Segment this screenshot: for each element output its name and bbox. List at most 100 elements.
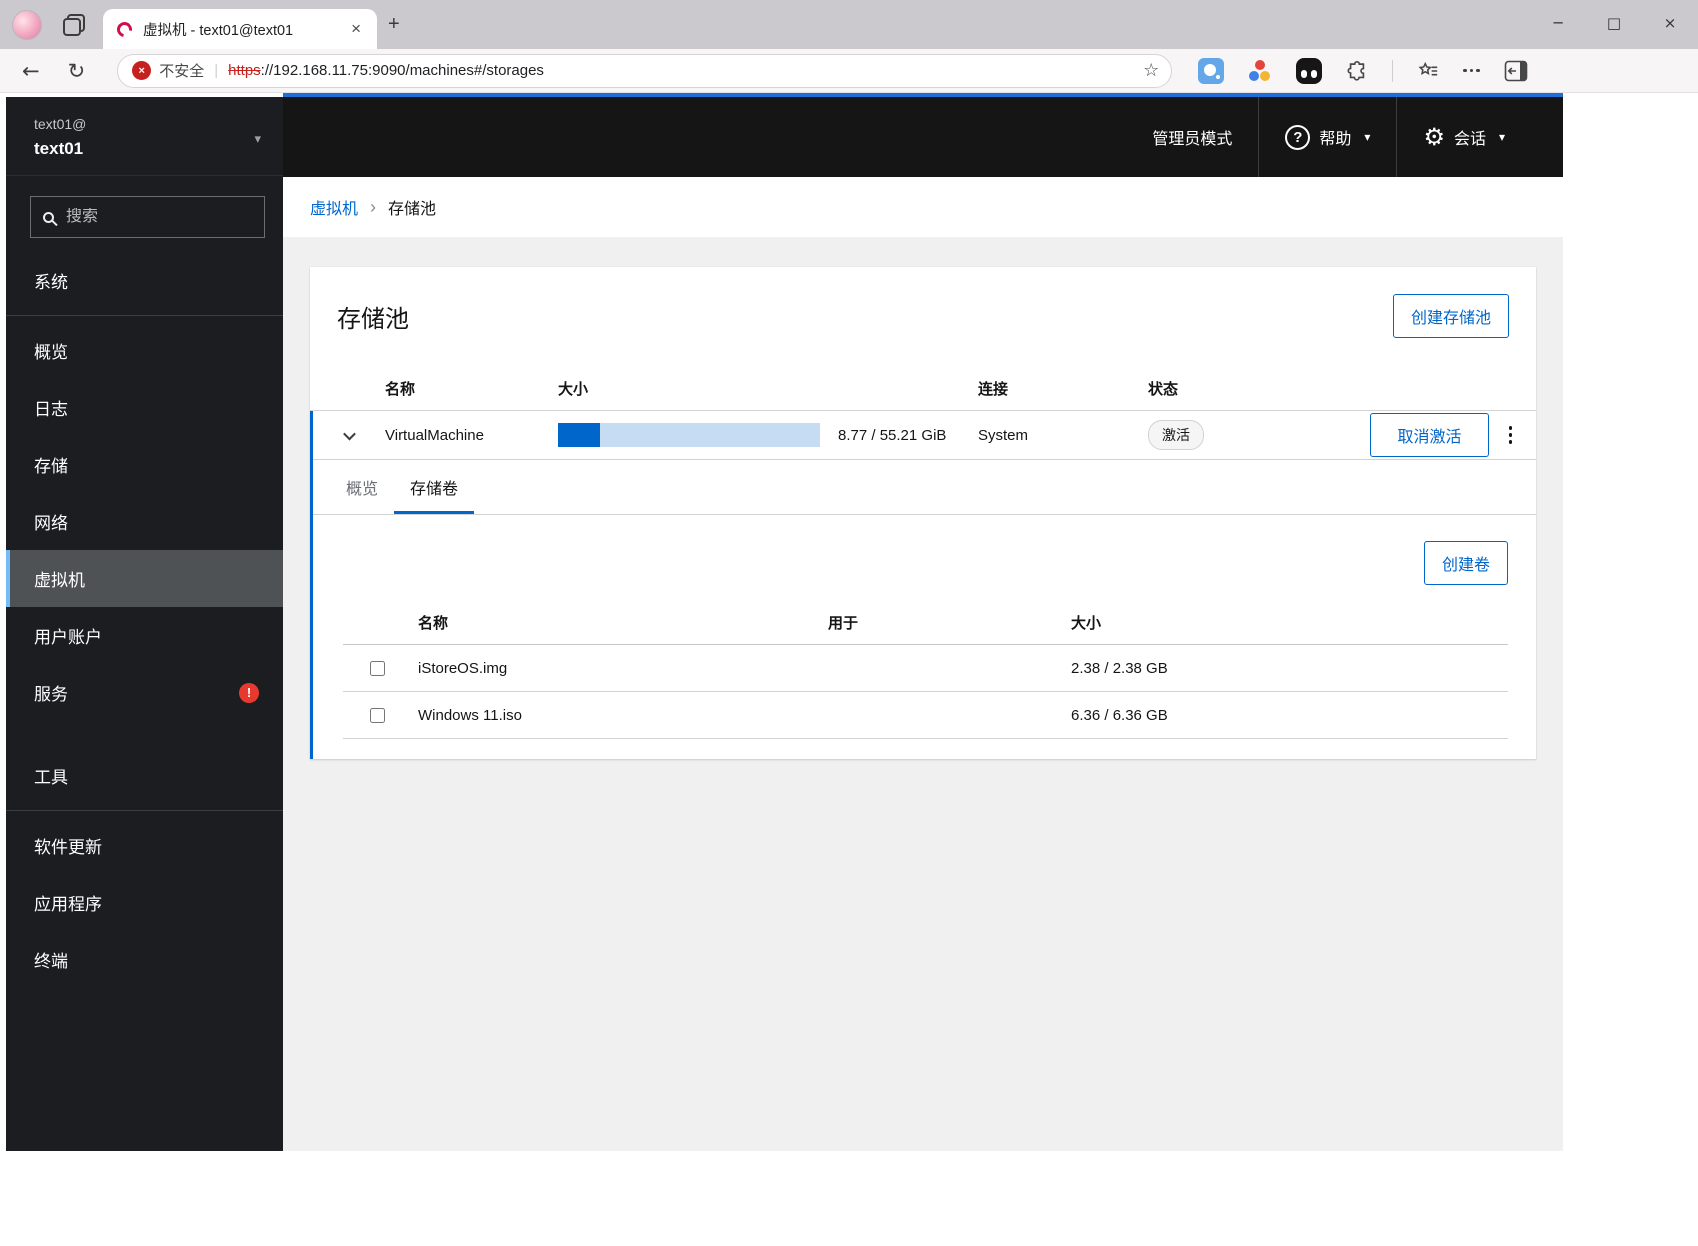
nav-divider [6,315,283,316]
browser-toolbar: ← ↻ × 不安全 | https ://192.168.11.75:9090/… [0,49,1698,93]
sidebar-item-system[interactable]: 系统 [6,252,283,309]
address-bar[interactable]: × 不安全 | https ://192.168.11.75:9090/mach… [117,53,1173,88]
pool-row-actions: 取消激活 [1299,413,1536,457]
column-size: 大小 [558,381,589,398]
workspaces-icon[interactable] [62,13,86,37]
refresh-icon[interactable]: ↻ [68,59,86,83]
column-name: 名称 [385,381,416,398]
volume-size: 2.38 / 2.38 GB [1071,659,1168,677]
sidebar-item-overview[interactable]: 概览 [6,322,283,379]
cockpit-sidebar: text01@ text01 ▾ 系统 概览 日志 存储 网络 虚拟机 用户账户… [6,97,283,1151]
volume-checkbox[interactable] [370,660,385,676]
sidebar-item-virtual-machines[interactable]: 虚拟机 [6,550,283,607]
sidebar-item-networking[interactable]: 网络 [6,493,283,550]
row-expand-toggle[interactable] [313,427,374,440]
host-user-label: text01@ [34,116,87,132]
volume-checkbox[interactable] [370,707,385,723]
admin-mode-button[interactable]: 管理员模式 [1126,97,1258,177]
column-volume-name: 名称 [418,615,449,632]
breadcrumb-current: 存储池 [388,201,437,218]
new-tab-button[interactable]: + [388,14,400,34]
pool-usage-text: 8.77 / 55.21 GiB [838,426,947,444]
pool-name: VirtualMachine [385,426,484,444]
url-protocol: https [228,62,261,79]
kebab-menu-icon[interactable] [1505,422,1517,448]
window-minimize-button[interactable]: ─ [1530,14,1586,32]
extensions-puzzle-icon[interactable] [1346,60,1368,82]
insecure-shield-icon[interactable]: × [132,61,152,80]
breadcrumb-separator-icon: › [370,196,377,217]
search-icon [43,211,54,223]
host-name-label: text01 [34,139,84,158]
pool-detail-tabs: 概览 存储卷 [313,460,1536,515]
window-maximize-button[interactable]: □ [1586,14,1642,32]
create-storage-pool-button[interactable]: 创建存储池 [1392,294,1509,338]
sidebar-search[interactable] [30,196,265,238]
table-row-volume: Windows 11.iso 6.36 / 6.36 GB [343,692,1508,739]
cockpit-page: text01@ text01 ▾ 系统 概览 日志 存储 网络 虚拟机 用户账户… [0,93,1698,1246]
extension-colorballs-icon[interactable] [1248,59,1272,83]
pool-usage-fill [558,423,600,447]
sidebar-item-terminal[interactable]: 终端 [6,931,283,988]
volumes-table-header: 名称 用于 大小 [343,601,1508,645]
tab-title: 虚拟机 - text01@text01 [143,22,294,39]
volume-actions-row: 创建卷 [313,515,1536,601]
help-menu-button[interactable]: ? 帮助 ▾ [1259,97,1396,177]
window-close-button[interactable]: × [1642,14,1698,32]
sidebar-item-storage[interactable]: 存储 [6,436,283,493]
sidebar-item-applications[interactable]: 应用程序 [6,874,283,931]
tab-close-icon[interactable]: × [345,19,367,39]
card-header: 存储池 创建存储池 [310,267,1536,367]
volume-name: Windows 11.iso [418,706,522,724]
table-row-pool: VirtualMachine 8.77 / 55.21 GiB System 激… [313,411,1536,460]
chevron-down-icon: ▾ [1498,130,1505,144]
table-row-volume: iStoreOS.img 2.38 / 2.38 GB [343,645,1508,692]
window-controls: ─ □ × [1530,0,1698,46]
nav-divider [6,810,283,811]
column-state: 状态 [1148,381,1179,398]
chevron-down-icon [342,427,356,440]
page-section: 存储池 创建存储池 名称 大小 连接 状态 VirtualMachine 8.7… [283,237,1563,1151]
volume-name: iStoreOS.img [418,659,508,677]
pool-connection: System [978,426,1029,444]
browser-profile-avatar[interactable] [12,9,42,40]
tab-storage-volumes[interactable]: 存储卷 [394,460,475,514]
sidebar-item-logs[interactable]: 日志 [6,379,283,436]
extension-dark-icon[interactable] [1296,57,1323,84]
chevron-down-icon: ▾ [1364,130,1371,144]
sidebar-item-tools[interactable]: 工具 [6,747,283,804]
breadcrumb: 虚拟机 › 存储池 [283,177,1563,237]
more-menu-icon[interactable] [1463,68,1480,73]
sidebar-nav: 系统 概览 日志 存储 网络 虚拟机 用户账户 服务 ! 工具 软件更新 应用程… [6,252,283,988]
favorites-bar-icon[interactable] [1417,60,1439,82]
sidebar-item-services[interactable]: 服务 ! [6,664,283,721]
pools-table-header: 名称 大小 连接 状态 [310,367,1536,411]
column-connection: 连接 [978,381,1009,398]
search-input[interactable] [66,208,252,226]
toolbar-extensions [1198,57,1528,84]
host-switcher[interactable]: text01@ text01 ▾ [6,97,283,176]
bookmark-star-icon[interactable]: ☆ [1143,60,1159,81]
volume-checkbox-cell [343,660,406,676]
host-caret-icon[interactable]: ▾ [254,131,261,147]
volumes-table: 名称 用于 大小 iStoreOS.img 2.38 / 2.38 GB Win… [343,601,1508,759]
help-icon: ? [1285,124,1311,150]
tab-overview[interactable]: 概览 [330,460,394,514]
volume-size: 6.36 / 6.36 GB [1071,706,1168,724]
extension-blue-icon[interactable] [1198,57,1225,84]
sidebar-item-software-updates[interactable]: 软件更新 [6,817,283,874]
browser-tab-strip: 虚拟机 - text01@text01 × + ─ □ × [0,0,1698,49]
back-icon[interactable]: ← [22,59,40,83]
sidebar-item-accounts[interactable]: 用户账户 [6,607,283,664]
security-label: 不安全 [159,63,205,80]
deactivate-button[interactable]: 取消激活 [1370,413,1489,457]
column-volume-size: 大小 [1071,615,1102,632]
breadcrumb-virtual-machines-link[interactable]: 虚拟机 [310,195,358,219]
browser-tab-active[interactable]: 虚拟机 - text01@text01 × [103,9,377,49]
sidebar-toggle-icon[interactable] [1504,60,1528,82]
masthead: 管理员模式 ? 帮助 ▾ ⚙ 会话 ▾ [283,97,1563,177]
page-title: 存储池 [337,305,409,333]
create-volume-button[interactable]: 创建卷 [1423,541,1508,585]
session-menu-button[interactable]: ⚙ 会话 ▾ [1397,97,1563,177]
gear-icon: ⚙ [1423,123,1445,151]
